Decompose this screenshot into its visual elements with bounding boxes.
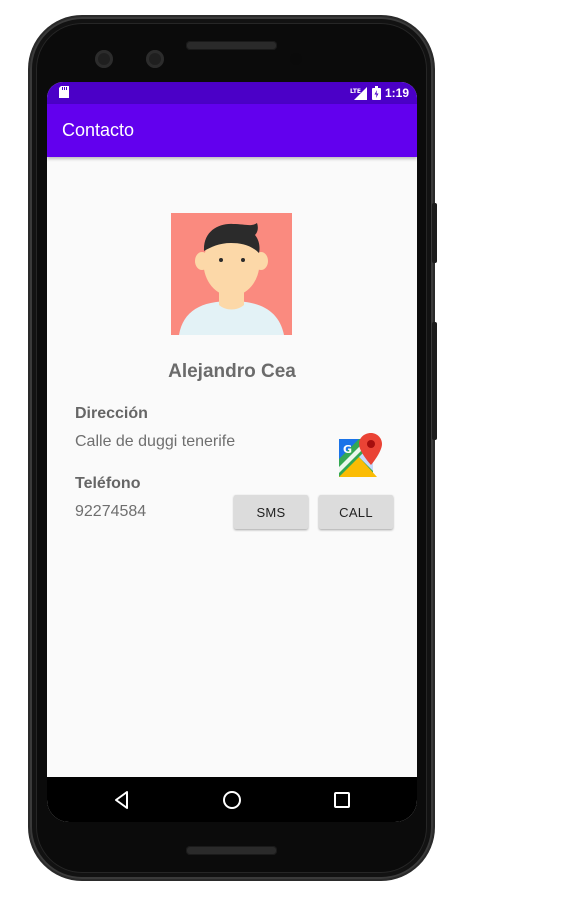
volume-button: [432, 322, 437, 440]
maps-icon[interactable]: G: [337, 433, 383, 479]
sms-button[interactable]: SMS: [234, 495, 308, 529]
address-label: Dirección: [75, 405, 148, 422]
device-frame: LTE 1:19 Contacto Alejandro Cea Direcció…: [0, 0, 565, 908]
battery-icon: [371, 86, 381, 100]
svg-text:G: G: [343, 443, 352, 456]
phone-value: 92274584: [75, 503, 147, 520]
earpiece-speaker: [186, 41, 277, 50]
app-title: Contacto: [62, 120, 135, 140]
app-bar: Contacto: [47, 104, 417, 157]
front-camera-secondary: [146, 50, 164, 68]
app-screen: LTE 1:19 Contacto Alejandro Cea Direcció…: [47, 82, 417, 822]
back-icon[interactable]: [111, 789, 133, 811]
status-bar: LTE 1:19: [47, 82, 417, 104]
front-camera: [95, 50, 113, 68]
phone-label: Teléfono: [75, 475, 141, 492]
contact-avatar: [171, 213, 292, 335]
recents-icon[interactable]: [331, 789, 353, 811]
navigation-bar: [47, 777, 417, 822]
status-icons: LTE 1:19: [350, 85, 409, 101]
home-icon[interactable]: [221, 789, 243, 811]
svg-text:LTE: LTE: [350, 88, 361, 95]
sd-card-icon: [59, 86, 69, 98]
status-time: 1:19: [384, 86, 409, 100]
lte-signal-icon: LTE: [350, 87, 367, 100]
power-button: [432, 203, 437, 263]
bottom-speaker: [186, 846, 277, 855]
address-value: Calle de duggi tenerife: [75, 433, 236, 450]
proximity-sensor: [290, 53, 302, 65]
contact-details: Alejandro Cea Dirección Calle de duggi t…: [47, 157, 417, 777]
call-button[interactable]: CALL: [319, 495, 393, 529]
contact-name: Alejandro Cea: [168, 361, 296, 382]
